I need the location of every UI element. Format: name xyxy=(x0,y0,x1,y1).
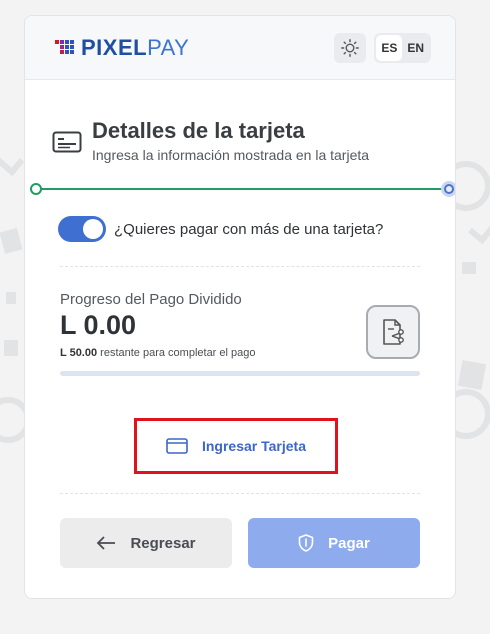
logo-text-light: PAY xyxy=(147,34,190,60)
back-button-label: Regresar xyxy=(130,534,196,552)
pixelpay-logo: PIXELPAY xyxy=(55,35,189,61)
split-progress-section: Progreso del Pago Dividido L 0.00 L 50.0… xyxy=(60,267,420,376)
logo-text-bold: PIXEL xyxy=(81,34,148,60)
arrow-left-icon xyxy=(97,536,116,550)
split-payment-toggle[interactable] xyxy=(58,216,106,242)
page-subtitle: Ingresa la información mostrada en la ta… xyxy=(92,147,370,163)
step-dot-current xyxy=(441,181,455,197)
sun-icon xyxy=(341,38,360,57)
split-progress-bar xyxy=(60,371,420,376)
split-payment-label: ¿Quieres pagar con más de una tarjeta? xyxy=(114,220,384,238)
header: PIXELPAY ES EN xyxy=(25,16,455,80)
step-dot-completed xyxy=(30,183,42,195)
remaining-amount: L 50.00 xyxy=(60,347,98,359)
shield-icon xyxy=(298,534,314,552)
lang-es-button[interactable]: ES xyxy=(376,34,403,61)
pay-button[interactable]: Pagar xyxy=(248,518,420,568)
lang-en-button[interactable]: EN xyxy=(402,35,429,61)
card-details-icon xyxy=(52,131,82,153)
divider xyxy=(60,493,420,494)
theme-toggle-button[interactable] xyxy=(334,32,367,63)
page-title: Detalles de la tarjeta xyxy=(92,118,305,143)
enter-card-label: Ingresar Tarjeta xyxy=(201,438,306,454)
remaining-label: restante para completar el pago xyxy=(100,347,256,359)
progress-stepper xyxy=(30,181,455,197)
payment-card: PIXELPAY ES EN Detalles de la tarjeta In… xyxy=(24,15,456,599)
enter-card-button[interactable]: Ingresar Tarjeta xyxy=(134,418,338,474)
receipt-scissors-icon xyxy=(383,319,404,345)
language-switch: ES EN xyxy=(374,32,431,63)
back-button[interactable]: Regresar xyxy=(60,518,232,568)
split-progress-title: Progreso del Pago Dividido xyxy=(60,291,242,308)
credit-card-icon xyxy=(166,438,188,454)
split-bill-button[interactable] xyxy=(366,305,420,359)
pay-button-label: Pagar xyxy=(328,534,370,552)
stepper-line xyxy=(36,188,451,190)
pixel-grid-icon xyxy=(55,39,74,54)
